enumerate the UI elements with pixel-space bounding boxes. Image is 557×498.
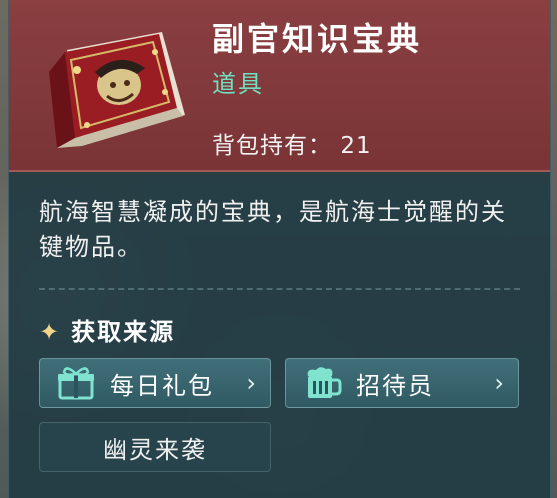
- item-description: 航海智慧凝成的宝典，是航海士觉醒的关键物品。: [39, 198, 507, 261]
- source-button-label: 每日礼包: [110, 371, 214, 400]
- owned-count-row: 背包持有： 21: [212, 126, 372, 160]
- item-header: 副官知识宝典 道具 背包持有： 21: [9, 0, 550, 172]
- book-icon: [49, 32, 185, 148]
- item-type: 道具: [212, 70, 264, 98]
- source-button-host[interactable]: 招待员 ›: [285, 358, 519, 408]
- chevron-right-icon: ›: [246, 369, 258, 397]
- sparkle-icon: ✦: [39, 318, 62, 346]
- chevron-right-icon: ›: [494, 369, 506, 397]
- owned-label: 背包持有：: [212, 133, 332, 159]
- item-name: 副官知识宝典: [212, 20, 423, 58]
- source-button-label: 幽灵来袭: [103, 435, 207, 464]
- divider: [39, 288, 520, 290]
- source-button-label: 招待员: [356, 371, 434, 400]
- gift-icon: [58, 367, 94, 400]
- source-section-title: ✦ 获取来源: [39, 312, 175, 347]
- item-tooltip-panel: 副官知识宝典 道具 背包持有： 21 航海智慧凝成的宝典，是航海士觉醒的关键物品…: [8, 0, 551, 498]
- source-button-daily-gift[interactable]: 每日礼包 ›: [39, 358, 271, 408]
- source-title-label: 获取来源: [71, 318, 176, 346]
- beer-mug-icon: [307, 367, 342, 398]
- source-button-ghost-raid[interactable]: 幽灵来袭: [39, 422, 271, 472]
- owned-count: 21: [340, 133, 372, 159]
